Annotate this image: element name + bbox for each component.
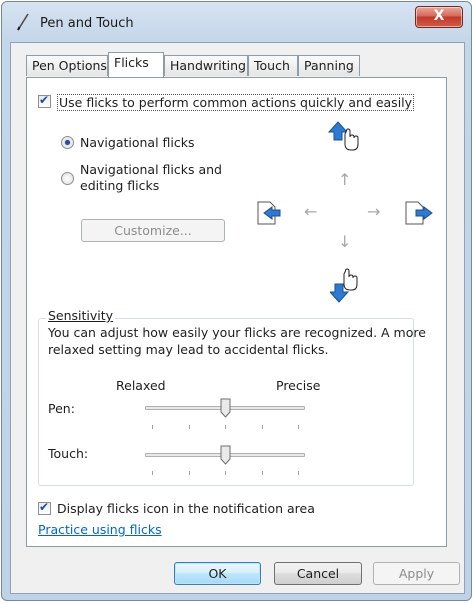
close-button[interactable]: X bbox=[415, 6, 463, 28]
flick-up-icon bbox=[327, 121, 359, 151]
touch-sensitivity-label: Touch: bbox=[48, 446, 89, 461]
arrow-up: ↑ bbox=[338, 170, 352, 189]
tab-label: Touch bbox=[254, 58, 290, 73]
cancel-button[interactable]: Cancel bbox=[274, 562, 362, 585]
tab-flicks[interactable]: Flicks bbox=[108, 52, 164, 77]
precise-label: Precise bbox=[276, 378, 321, 393]
pen-tick bbox=[298, 425, 299, 429]
navigational-editing-flicks-radio[interactable] bbox=[61, 172, 74, 185]
use-flicks-label[interactable]: Use flicks to perform common actions qui… bbox=[57, 94, 415, 111]
touch-tick bbox=[152, 471, 153, 475]
tab-label: Pen Options bbox=[32, 58, 107, 73]
customize-button[interactable]: Customize... bbox=[81, 219, 225, 242]
tab-label: Flicks bbox=[114, 55, 149, 70]
flick-forward-icon bbox=[405, 201, 433, 225]
pen-tick bbox=[152, 425, 153, 429]
touch-tick bbox=[298, 471, 299, 475]
arrow-left: ← bbox=[304, 202, 318, 221]
flick-down-icon bbox=[330, 268, 358, 303]
pen-tick bbox=[189, 425, 190, 429]
navigational-editing-flicks-label-line2[interactable]: editing flicks bbox=[80, 178, 159, 193]
navigational-flicks-radio[interactable] bbox=[61, 136, 74, 149]
ok-button[interactable]: OK bbox=[174, 562, 261, 585]
tab-touch[interactable]: Touch bbox=[248, 55, 298, 76]
close-icon: X bbox=[433, 8, 445, 24]
apply-button[interactable]: Apply bbox=[373, 562, 460, 585]
tab-label: Handwriting bbox=[170, 58, 246, 73]
use-flicks-checkbox[interactable] bbox=[38, 93, 51, 108]
touch-tick bbox=[225, 471, 226, 475]
title-bar[interactable]: Pen and Touch X bbox=[2, 2, 471, 42]
arrow-down: ↓ bbox=[338, 232, 352, 251]
display-flicks-icon-checkbox[interactable] bbox=[38, 500, 51, 515]
tab-pen-options[interactable]: Pen Options bbox=[26, 55, 108, 76]
sensitivity-description-line2: relaxed setting may lead to accidental f… bbox=[48, 342, 329, 357]
touch-tick bbox=[262, 471, 263, 475]
practice-flicks-link[interactable]: Practice using flicks bbox=[38, 522, 162, 537]
tab-panning[interactable]: Panning bbox=[298, 55, 360, 76]
display-flicks-icon-label[interactable]: Display flicks icon in the notification … bbox=[57, 501, 315, 516]
pen-tick bbox=[225, 425, 226, 429]
arrow-right: → bbox=[367, 202, 381, 221]
pen-tick bbox=[262, 425, 263, 429]
tab-label: Panning bbox=[304, 58, 354, 73]
flick-back-icon bbox=[257, 201, 281, 225]
tab-handwriting[interactable]: Handwriting bbox=[164, 55, 248, 76]
touch-tick bbox=[189, 471, 190, 475]
pen-sensitivity-thumb[interactable] bbox=[220, 398, 231, 418]
relaxed-label: Relaxed bbox=[116, 378, 166, 393]
sensitivity-legend: Sensitivity bbox=[46, 308, 116, 323]
sensitivity-description-line1: You can adjust how easily your flicks ar… bbox=[48, 325, 426, 340]
navigational-editing-flicks-label-line1[interactable]: Navigational flicks and bbox=[80, 162, 222, 177]
pen-icon bbox=[17, 13, 29, 31]
pen-sensitivity-label: Pen: bbox=[48, 401, 75, 416]
window-title: Pen and Touch bbox=[40, 16, 134, 31]
navigational-flicks-label[interactable]: Navigational flicks bbox=[80, 135, 195, 150]
touch-sensitivity-thumb[interactable] bbox=[220, 445, 231, 465]
